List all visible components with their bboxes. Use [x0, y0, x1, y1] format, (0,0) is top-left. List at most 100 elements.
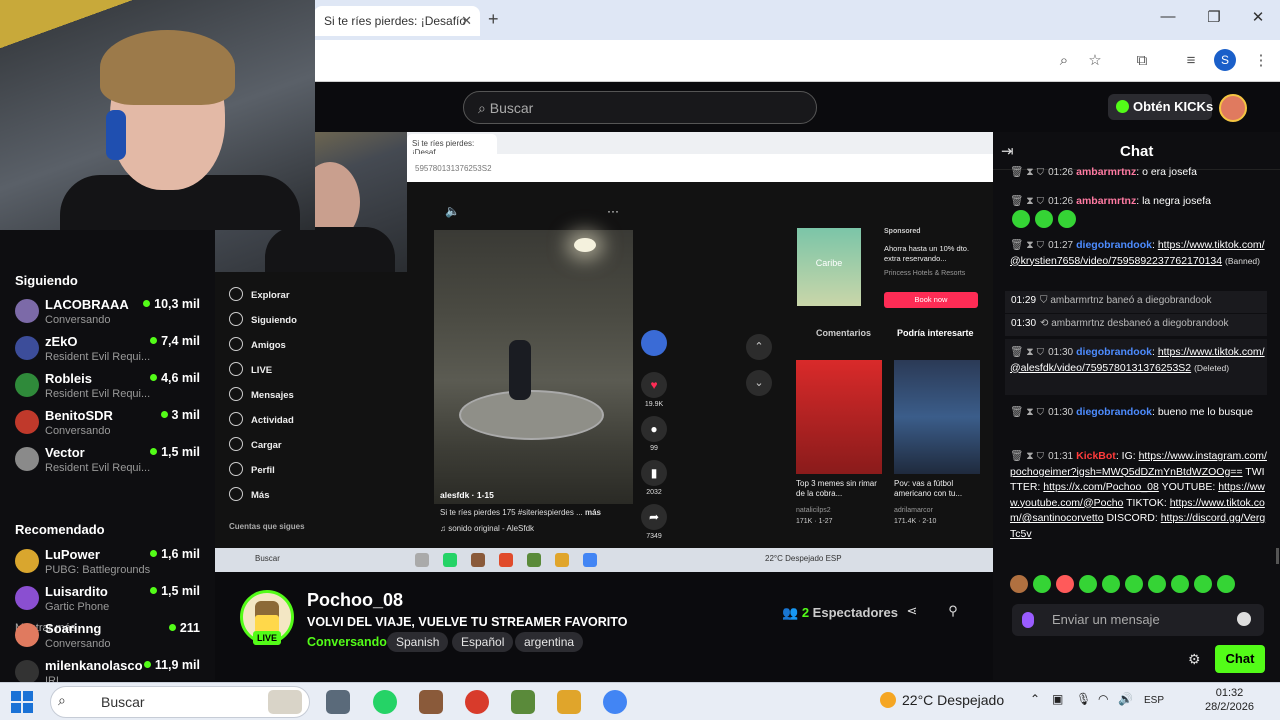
channel-row[interactable]: BenitoSDR Conversando 3 mil	[15, 408, 210, 444]
channel-row[interactable]: Luisardito Gartic Phone 1,5 mil	[15, 584, 210, 620]
emote-icon[interactable]	[1033, 575, 1051, 593]
minimize-icon[interactable]: —	[1153, 8, 1183, 25]
category-link[interactable]: Conversando	[307, 635, 387, 649]
msg-user[interactable]: ambarmrtnz	[1076, 166, 1136, 178]
tab-close-icon[interactable]: ✕	[461, 13, 472, 29]
new-tab-button[interactable]: +	[488, 9, 499, 30]
zoom-icon[interactable]: ⌕	[1052, 49, 1076, 73]
chrome-icon[interactable]	[603, 690, 627, 714]
channel-row[interactable]: Vector Resident Evil Requi... 1,5 mil	[15, 445, 210, 481]
msg-user[interactable]: KickBot	[1076, 450, 1116, 462]
chat-scrollbar[interactable]	[1276, 548, 1279, 564]
emoji-icon[interactable]	[1237, 612, 1251, 626]
wifi-icon[interactable]: ◠	[1098, 692, 1108, 706]
inner-taskbar: Buscar 22°C Despejado ESP	[215, 548, 993, 572]
app-icon[interactable]	[419, 690, 443, 714]
user-avatar[interactable]	[1219, 94, 1247, 122]
emote-icon[interactable]	[1010, 575, 1028, 593]
channel-avatar	[15, 623, 39, 647]
tag-pill[interactable]: argentina	[515, 632, 584, 652]
msg-text: IG:	[1121, 450, 1136, 462]
bookmark-star-icon[interactable]: ☆	[1083, 49, 1107, 73]
caption-text: Si te ríes pierdes 175 #siteriespierdes …	[440, 508, 583, 517]
streamer-hair	[100, 30, 235, 105]
app-icon[interactable]	[465, 690, 489, 714]
channel-row[interactable]: LACOBRAAA Conversando 10,3 mil	[15, 297, 210, 333]
clock[interactable]: 01:32 28/2/2026	[1205, 686, 1254, 714]
channel-name: LuPower	[45, 547, 100, 562]
windows-start-icon[interactable]	[10, 690, 34, 714]
send-chat-button[interactable]: Chat	[1215, 645, 1265, 673]
tag-pill[interactable]: Spanish	[387, 632, 449, 652]
search-decoration-icon	[268, 690, 302, 714]
get-kicks-button[interactable]: Obtén KICKs	[1108, 94, 1213, 120]
channel-row[interactable]: zEkO Resident Evil Requi... 7,4 mil	[15, 334, 210, 370]
tiktok-menu-item: Más	[229, 487, 269, 501]
tray-chevron-icon[interactable]: ⌃	[1030, 692, 1040, 706]
thumb-caption-2: Pov: vas a fútbol americano con tu...	[894, 479, 963, 498]
channel-name: Soarinng	[45, 621, 102, 636]
mod-actions-icon[interactable]: 🗑 ⧗ ⛉	[1010, 195, 1044, 207]
msg-user[interactable]: diegobrandook	[1076, 239, 1152, 251]
emote-icon	[1035, 210, 1053, 228]
task-view-icon[interactable]	[326, 690, 350, 714]
emote-icon[interactable]	[1056, 575, 1074, 593]
weather-widget[interactable]: 22°C Despejado	[880, 692, 1004, 708]
search-input[interactable]: ⌕ Buscar	[463, 91, 817, 124]
collapse-chat-icon[interactable]: ⇥	[1001, 142, 1014, 160]
minecraft-icon[interactable]	[511, 690, 535, 714]
channel-row[interactable]: Robleis Resident Evil Requi... 4,6 mil	[15, 371, 210, 407]
media-control-icon[interactable]: ≡	[1179, 49, 1203, 73]
msg-user[interactable]: ambarmrtnz	[1076, 195, 1136, 207]
chat-input[interactable]: Enviar un mensaje	[1012, 604, 1264, 636]
microphone-icon[interactable]: 🎙	[1076, 692, 1091, 706]
emote-icon[interactable]	[1148, 575, 1166, 593]
comment-icon: ●	[641, 416, 667, 442]
channel-row[interactable]: LuPower PUBG: Battlegrounds 1,6 mil	[15, 547, 210, 583]
msg-user[interactable]: diegobrandook	[1076, 406, 1152, 418]
channel-category: Conversando	[45, 638, 111, 650]
extensions-icon[interactable]: ⧉	[1130, 49, 1154, 73]
share-icon[interactable]: ⋖	[901, 603, 923, 623]
channel-row[interactable]: Soarinng Conversando 211	[15, 621, 210, 657]
viewer-count: 1,6 mil	[150, 547, 200, 561]
channel-category: Gartic Phone	[45, 601, 110, 613]
mod-actions-icon[interactable]: 🗑 ⧗ ⛉	[1010, 239, 1044, 251]
tag-pill[interactable]: Español	[452, 632, 514, 652]
tray-icon[interactable]: ▣	[1052, 692, 1063, 706]
ad-label: Sponsored	[884, 228, 921, 235]
msg-user[interactable]: diegobrandook	[1076, 346, 1152, 358]
mod-actions-icon[interactable]: 🗑 ⧗ ⛉	[1010, 166, 1044, 178]
badge-icon[interactable]	[1022, 612, 1034, 628]
emote-icon[interactable]	[1079, 575, 1097, 593]
emote-icon[interactable]	[1194, 575, 1212, 593]
menu-kebab-icon[interactable]: ⋮	[1249, 49, 1273, 73]
language-indicator[interactable]: ESP	[1144, 695, 1164, 706]
emote-icon[interactable]	[1171, 575, 1189, 593]
mod-actions-icon[interactable]: 🗑 ⧗ ⛉	[1010, 406, 1044, 418]
mod-actions-icon[interactable]: 🗑 ⧗ ⛉	[1010, 346, 1044, 358]
video-author: alesfdk · 1-15	[440, 490, 494, 500]
emote-icon[interactable]	[1217, 575, 1235, 593]
emote-icon[interactable]	[1102, 575, 1120, 593]
channel-name[interactable]: Pochoo_08	[307, 590, 403, 611]
tiktok-label: TIKTOK:	[1126, 496, 1167, 509]
chat-message: 🗑 ⧗ ⛉ 01:26 ambarmrtnz: la negra josefa	[1010, 195, 1211, 207]
volume-icon[interactable]: 🔊	[1118, 692, 1133, 706]
following-heading: Siguiendo	[15, 273, 78, 288]
profile-avatar[interactable]: S	[1214, 49, 1236, 71]
person-figure	[509, 340, 531, 400]
follow-user-icon[interactable]: ⚲	[942, 603, 964, 623]
emote-icon[interactable]	[1125, 575, 1143, 593]
mod-actions-icon[interactable]: 🗑 ⧗ ⛉	[1010, 450, 1044, 462]
gear-icon[interactable]: ⚙	[1188, 651, 1201, 668]
app-icon[interactable]	[557, 690, 581, 714]
channel-name: BenitoSDR	[45, 408, 113, 423]
close-window-icon[interactable]: ✕	[1243, 8, 1273, 26]
browser-tab[interactable]: Si te ríes pierdes: ¡Desafío ✕	[314, 6, 480, 36]
maximize-icon[interactable]: ❐	[1199, 8, 1229, 26]
followed-accounts-label: Cuentas que sigues	[229, 522, 305, 531]
twitter-link[interactable]: https://x.com/Pochoo_08	[1043, 481, 1159, 493]
ad-title: Ahorra hasta un 10% dto. extra reservand…	[884, 244, 970, 263]
whatsapp-icon[interactable]	[373, 690, 397, 714]
